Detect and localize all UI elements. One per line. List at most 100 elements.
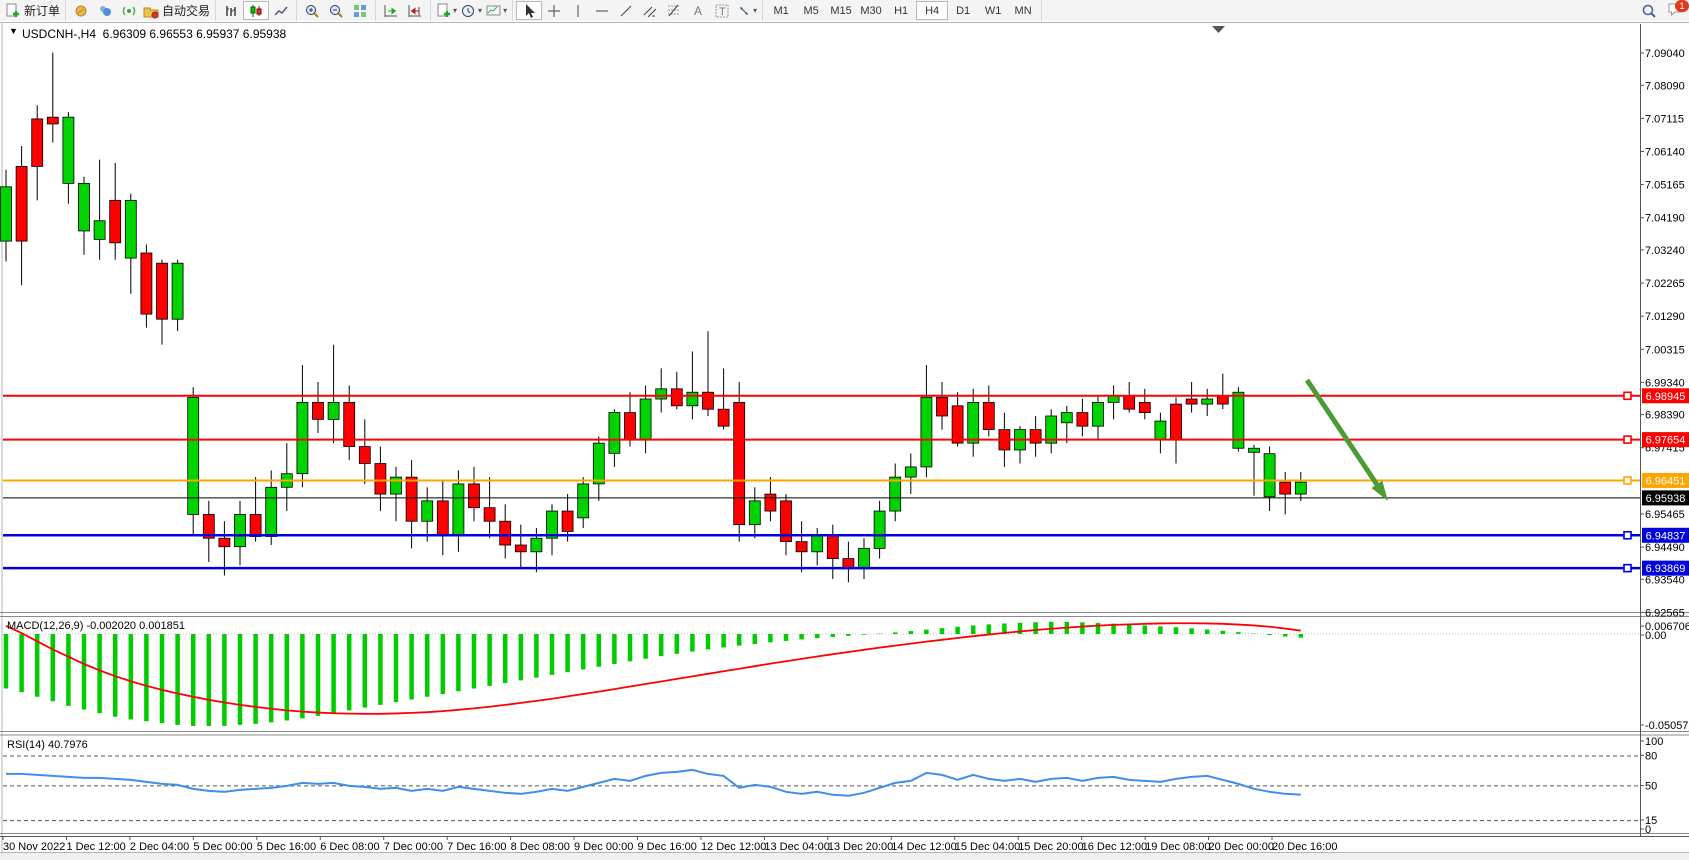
timeframe-d1[interactable]: D1 [948, 1, 978, 20]
arrows-tool-button[interactable]: ▾ [734, 1, 759, 20]
zoom-out-icon [328, 3, 344, 19]
price-badge-label: 6.94837 [1646, 530, 1686, 542]
price-tick-label: 6.95465 [1645, 509, 1685, 521]
dropdown-caret-icon: ▾ [503, 6, 507, 15]
timeframe-h1[interactable]: H1 [886, 1, 916, 20]
timeframe-w1[interactable]: W1 [978, 1, 1008, 20]
price-tick-label: 7.00315 [1645, 344, 1685, 356]
price-tick-label: 7.04190 [1645, 213, 1685, 225]
candle-body [406, 477, 417, 521]
cursor-tool-button[interactable] [516, 1, 542, 20]
price-badge: 6.93869 [1642, 561, 1689, 576]
time-tick-label: 20 Dec 16:00 [1272, 841, 1337, 852]
chart-canvas[interactable]: 7.090407.080907.071157.061407.051657.041… [0, 21, 1689, 852]
time-tick-label: 16 Dec 12:00 [1082, 841, 1147, 852]
candle-body [703, 392, 714, 409]
search-button[interactable] [1637, 1, 1661, 20]
community-button[interactable] [93, 1, 117, 20]
candle-body [952, 406, 963, 443]
candle-body [235, 514, 246, 546]
candle-body [765, 494, 776, 511]
candle-body [937, 397, 948, 416]
price-badge-label: 6.93869 [1646, 563, 1686, 575]
candle-body [266, 487, 277, 536]
price-badge: 6.98945 [1642, 388, 1689, 403]
chart-background [0, 21, 1689, 852]
clock-icon [461, 3, 477, 19]
text-icon: A [690, 3, 706, 19]
new-chart-button[interactable]: ▾ [434, 1, 459, 20]
favorites-button[interactable] [69, 1, 93, 20]
candle-body [125, 200, 136, 258]
time-tick-label: 15 Dec 20:00 [1018, 841, 1083, 852]
dropdown-caret-icon: ▾ [453, 6, 457, 15]
price-tick-label: 6.92565 [1645, 607, 1685, 619]
new-order-button[interactable]: 新订单 [3, 1, 62, 20]
horizontal-line-icon [594, 3, 610, 19]
svg-text:T: T [719, 6, 726, 18]
candle-body [921, 397, 932, 467]
auto-scroll-button[interactable] [379, 1, 403, 20]
price-tick-label: 6.93540 [1645, 574, 1685, 586]
time-tick-label: 7 Dec 00:00 [384, 841, 443, 852]
time-tick-label: 5 Dec 16:00 [257, 841, 316, 852]
candle-body [625, 413, 636, 440]
candle-body [157, 263, 168, 319]
notification-badge: 1 [1675, 0, 1689, 12]
candle-body [1217, 396, 1228, 404]
vertical-line-tool-button[interactable] [566, 1, 590, 20]
price-tick-label: 6.98390 [1645, 410, 1685, 422]
candle-body [1077, 413, 1088, 427]
level-line-handle[interactable] [1624, 565, 1631, 572]
fibonacci-tool-button[interactable] [662, 1, 686, 20]
time-tick-label: 2 Dec 04:00 [130, 841, 189, 852]
text-label-tool-button[interactable]: T [710, 1, 734, 20]
price-badge-label: 6.98945 [1646, 391, 1686, 403]
level-line-handle[interactable] [1624, 477, 1631, 484]
bar-chart-button[interactable] [219, 1, 243, 20]
price-tick-label: 6.94490 [1645, 542, 1685, 554]
autotrade-button[interactable]: 自动交易 [141, 1, 212, 20]
svg-text:A: A [694, 4, 702, 18]
timeframe-m1[interactable]: M1 [766, 1, 796, 20]
text-label-icon: T [714, 3, 730, 19]
new-order-icon [5, 3, 21, 19]
periodicity-button[interactable]: ▾ [459, 1, 484, 20]
timeframe-h4[interactable]: H4 [916, 1, 948, 20]
candle-body [484, 508, 495, 522]
price-badge: 6.97654 [1642, 432, 1689, 447]
timeframe-mn[interactable]: MN [1008, 1, 1038, 20]
zoom-out-button[interactable] [324, 1, 348, 20]
signals-button[interactable] [117, 1, 141, 20]
candle-body [890, 477, 901, 511]
profiles-button[interactable]: ▾ [484, 1, 509, 20]
level-line-handle[interactable] [1624, 436, 1631, 443]
notifications-button[interactable]: 1 [1667, 1, 1685, 20]
trend-line-tool-button[interactable] [614, 1, 638, 20]
candle-body [1030, 430, 1041, 444]
level-line-handle[interactable] [1624, 392, 1631, 399]
equidistant-channel-tool-button[interactable] [638, 1, 662, 20]
candle-body [453, 484, 464, 535]
signals-icon [121, 3, 137, 19]
tile-windows-button[interactable] [348, 1, 372, 20]
price-tick-label: 7.07115 [1645, 113, 1684, 125]
time-tick-label: 14 Dec 12:00 [891, 841, 956, 852]
timeframe-m15[interactable]: M15 [826, 1, 856, 20]
timeframe-m30[interactable]: M30 [856, 1, 886, 20]
candle-body [671, 389, 682, 406]
candle-chart-button[interactable] [243, 1, 269, 20]
chart-shift-button[interactable] [403, 1, 427, 20]
timeframe-m5[interactable]: M5 [796, 1, 826, 20]
candle-body [250, 514, 261, 536]
crosshair-tool-button[interactable] [542, 1, 566, 20]
candle-body [1093, 402, 1104, 426]
level-line-handle[interactable] [1624, 532, 1631, 539]
price-badge: 6.95938 [1642, 490, 1689, 505]
candle-body [578, 484, 589, 518]
text-tool-button[interactable]: A [686, 1, 710, 20]
line-chart-button[interactable] [269, 1, 293, 20]
horizontal-line-tool-button[interactable] [590, 1, 614, 20]
zoom-in-button[interactable] [300, 1, 324, 20]
price-badge-label: 6.96451 [1646, 475, 1686, 487]
